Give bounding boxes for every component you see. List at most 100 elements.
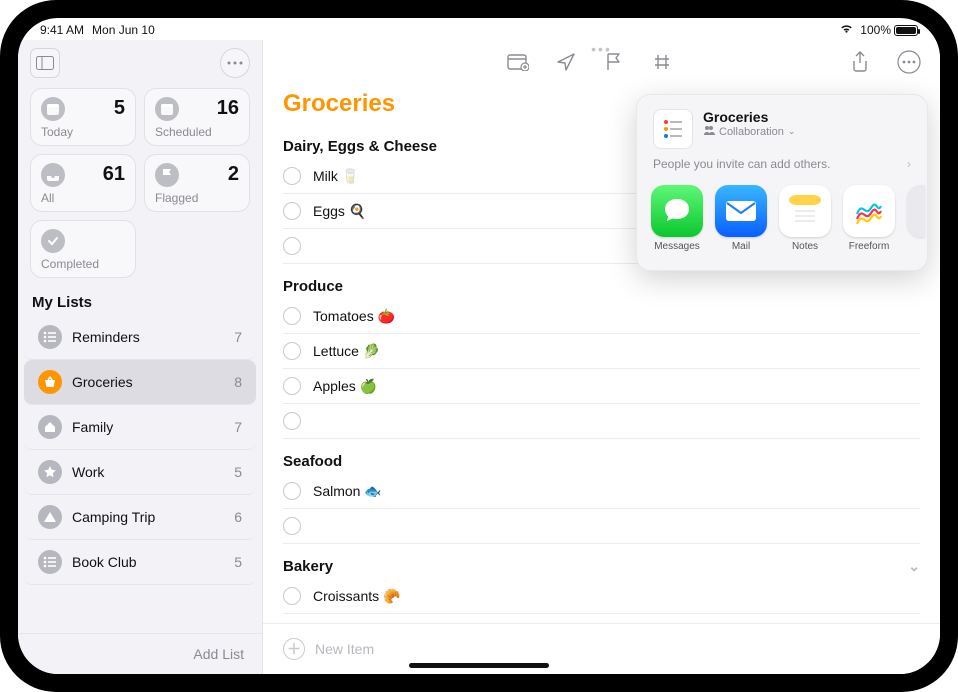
chevron-right-icon: ›	[907, 157, 911, 171]
completion-toggle[interactable]	[283, 482, 301, 500]
sidebar-toggle-button[interactable]	[30, 48, 60, 78]
more-button[interactable]	[894, 47, 924, 77]
smart-label: All	[41, 191, 125, 205]
house-icon	[38, 415, 62, 439]
share-app-freeform[interactable]: Freeform	[843, 185, 895, 252]
completion-toggle[interactable]	[283, 587, 301, 605]
share-app-label: Notes	[792, 241, 818, 252]
section-header[interactable]: Seafood	[283, 445, 920, 474]
section-header[interactable]: Produce	[283, 270, 920, 299]
list-name: Camping Trip	[72, 509, 224, 525]
sidebar-list-reminders[interactable]: Reminders7	[24, 315, 256, 360]
reminder-item-empty[interactable]	[283, 404, 920, 439]
smart-count: 2	[228, 163, 239, 186]
ipad-frame: 9:41 AM Mon Jun 10 100%	[0, 0, 958, 692]
share-app-overflow[interactable]	[907, 185, 925, 252]
my-lists-header: My Lists	[18, 284, 262, 315]
section-bakery: Bakery⌄ Croissants 🥐	[283, 544, 920, 614]
notes-app-icon	[779, 185, 831, 237]
more-options-button[interactable]	[220, 48, 250, 78]
freeform-app-icon	[843, 185, 895, 237]
share-sheet: Groceries Collaboration ⌄ People you i	[636, 94, 928, 271]
sidebar-list-book-club[interactable]: Book Club 5	[24, 540, 256, 585]
share-app-label: Messages	[654, 241, 700, 252]
tray-icon	[41, 163, 65, 187]
smart-count: 61	[103, 163, 125, 186]
new-item-row[interactable]: ＋ New Item	[263, 623, 940, 674]
completion-toggle[interactable]	[283, 342, 301, 360]
reminder-text: Tomatoes 🍅	[313, 308, 395, 325]
statusbar-date: Mon Jun 10	[92, 23, 155, 37]
statusbar: 9:41 AM Mon Jun 10 100%	[18, 18, 940, 40]
reminder-text: Croissants 🥐	[313, 588, 400, 605]
mail-app-icon	[715, 185, 767, 237]
reminder-item[interactable]: Apples 🍏	[283, 369, 920, 404]
share-app-label: Mail	[732, 241, 750, 252]
flag-icon	[155, 163, 179, 187]
battery-icon	[894, 25, 918, 36]
reminder-item[interactable]: Salmon 🐟	[283, 474, 920, 509]
share-invite-settings[interactable]: People you invite can add others. ›	[649, 149, 915, 185]
reminder-text: Lettuce 🥬	[313, 343, 380, 360]
add-list-button[interactable]: Add List	[18, 633, 262, 674]
completion-toggle[interactable]	[283, 307, 301, 325]
completion-toggle[interactable]	[283, 517, 301, 535]
share-app-notes[interactable]: Notes	[779, 185, 831, 252]
list-count: 5	[234, 554, 242, 570]
battery-percent: 100%	[860, 23, 891, 37]
sidebar-list-work[interactable]: Work 5	[24, 450, 256, 495]
share-app-label: Freeform	[849, 241, 890, 252]
list-name: Work	[72, 464, 224, 480]
smart-list-flagged[interactable]: 2 Flagged	[144, 154, 250, 212]
check-icon	[41, 229, 65, 253]
smart-list-scheduled[interactable]: 16 Scheduled	[144, 88, 250, 146]
messages-app-icon	[651, 185, 703, 237]
reminder-item[interactable]: Lettuce 🥬	[283, 334, 920, 369]
smart-count: 5	[114, 97, 125, 120]
sidebar-list-camping-trip[interactable]: Camping Trip6	[24, 495, 256, 540]
star-icon	[38, 460, 62, 484]
smart-list-all[interactable]: 61 All	[30, 154, 136, 212]
wifi-icon	[839, 23, 854, 37]
reminder-item[interactable]: Tomatoes 🍅	[283, 299, 920, 334]
completion-toggle[interactable]	[283, 167, 301, 185]
completion-toggle[interactable]	[283, 237, 301, 255]
tag-button[interactable]	[648, 48, 676, 76]
smart-list-completed[interactable]: Completed	[30, 220, 136, 278]
smart-list-today[interactable]: 5Today	[30, 88, 136, 146]
list-icon	[38, 550, 62, 574]
location-button[interactable]	[552, 48, 580, 76]
reminder-text: Eggs 🍳	[313, 203, 366, 220]
list-name: Book Club	[72, 554, 224, 570]
section-header[interactable]: Bakery⌄	[283, 550, 920, 579]
section-produce: Produce Tomatoes 🍅 Lettuce 🥬 Apples 🍏	[283, 264, 920, 439]
sidebar-list-family[interactable]: Family7	[24, 405, 256, 450]
sidebar-list-groceries[interactable]: Groceries8	[24, 360, 256, 405]
share-app-messages[interactable]: Messages	[651, 185, 703, 252]
share-subtitle[interactable]: Collaboration ⌄	[703, 125, 795, 138]
new-item-placeholder: New Item	[315, 641, 374, 657]
share-app-mail[interactable]: Mail	[715, 185, 767, 252]
chevron-down-icon: ⌄	[908, 558, 920, 575]
completion-toggle[interactable]	[283, 412, 301, 430]
new-reminder-calendar-button[interactable]	[504, 48, 532, 76]
smart-label: Scheduled	[155, 125, 239, 139]
completion-toggle[interactable]	[283, 202, 301, 220]
completion-toggle[interactable]	[283, 377, 301, 395]
smart-label: Flagged	[155, 191, 239, 205]
smart-count: 16	[217, 97, 239, 120]
add-icon: ＋	[283, 638, 305, 660]
chevron-down-icon: ⌄	[788, 126, 796, 137]
reminder-text: Apples 🍏	[313, 378, 377, 395]
list-count: 5	[234, 464, 242, 480]
reminder-item-empty[interactable]	[283, 509, 920, 544]
calendar-icon	[155, 97, 179, 121]
list-count: 7	[234, 419, 242, 435]
multitasking-handle-icon[interactable]: •••	[591, 40, 612, 56]
people-icon	[703, 125, 715, 138]
reminder-text: Salmon 🐟	[313, 483, 382, 500]
list-name: Groceries	[72, 374, 224, 390]
reminder-item[interactable]: Croissants 🥐	[283, 579, 920, 614]
share-button[interactable]	[846, 48, 874, 76]
home-indicator[interactable]	[409, 663, 549, 668]
